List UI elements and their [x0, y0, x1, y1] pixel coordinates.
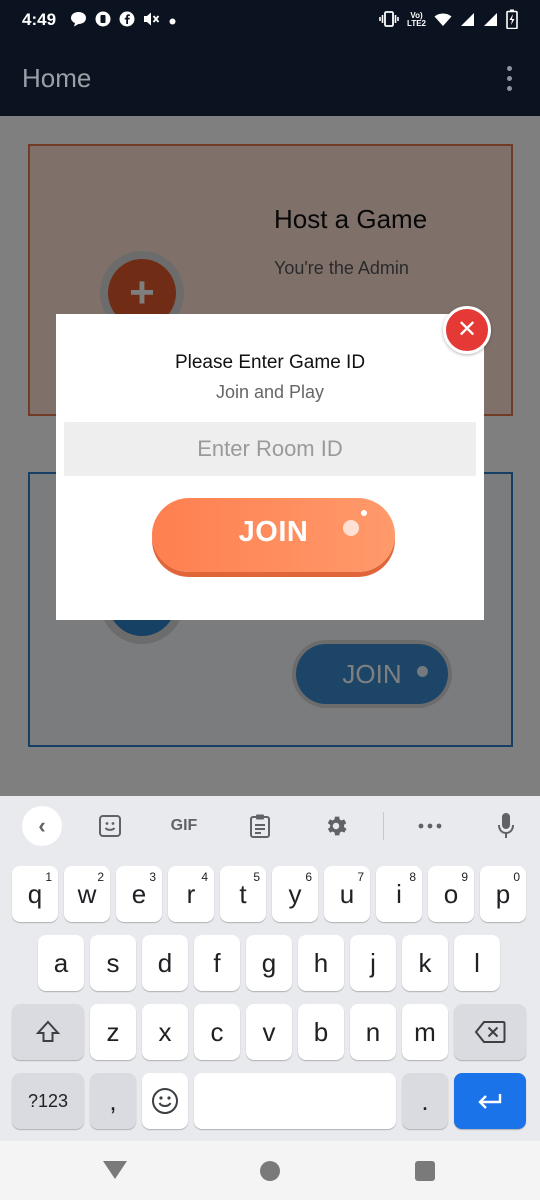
settings-gear-icon[interactable] [320, 808, 352, 844]
muted-speaker-icon [143, 11, 161, 29]
key-m[interactable]: m [402, 1004, 448, 1060]
close-dialog-button[interactable]: ✕ [443, 306, 491, 354]
key-n[interactable]: n [350, 1004, 396, 1060]
dialog-title: Please Enter Game ID [174, 352, 366, 373]
nav-recents-icon[interactable] [415, 1161, 435, 1181]
key-y[interactable]: y6 [272, 866, 318, 922]
key-e[interactable]: e3 [116, 866, 162, 922]
facebook-icon [119, 11, 135, 29]
page-title: Home [22, 62, 92, 93]
signal-icon [460, 12, 475, 29]
key-k[interactable]: k [402, 935, 448, 991]
microphone-icon[interactable] [490, 808, 522, 844]
key-j[interactable]: j [350, 935, 396, 991]
keyboard-toolbar: ‹ GIF [0, 796, 540, 856]
soft-keyboard: ‹ GIF q1 w2 e3 r4 t5 y6 u7 i8 o9 p0 a s … [0, 796, 540, 1141]
battery-icon [506, 9, 518, 31]
nav-home-icon[interactable] [260, 1161, 280, 1181]
key-b[interactable]: b [298, 1004, 344, 1060]
more-options-icon[interactable] [414, 808, 446, 844]
vibrate-icon [379, 11, 399, 29]
navigation-bar [0, 1141, 540, 1200]
sticker-icon[interactable] [94, 808, 126, 844]
dot-icon [169, 13, 176, 27]
key-q[interactable]: q1 [12, 866, 58, 922]
key-x[interactable]: x [142, 1004, 188, 1060]
emoji-icon [152, 1088, 178, 1114]
key-f[interactable]: f [194, 935, 240, 991]
symbols-key[interactable]: ?123 [12, 1073, 84, 1129]
overflow-menu-icon[interactable] [501, 60, 518, 97]
key-o[interactable]: o9 [428, 866, 474, 922]
emoji-key[interactable] [142, 1073, 188, 1129]
join-button-label: JOIN [238, 516, 309, 548]
join-button[interactable]: JOIN [152, 498, 395, 572]
key-p[interactable]: p0 [480, 866, 526, 922]
key-w[interactable]: w2 [64, 866, 110, 922]
key-h[interactable]: h [298, 935, 344, 991]
toolbar-divider [383, 812, 384, 840]
status-bar: 4:49 Vo) LTE2 [0, 0, 540, 40]
backspace-key[interactable] [454, 1004, 526, 1060]
gif-button[interactable]: GIF [164, 808, 204, 844]
key-u[interactable]: u7 [324, 866, 370, 922]
shift-icon [35, 1020, 61, 1042]
key-v[interactable]: v [246, 1004, 292, 1060]
chevron-left-icon: ‹ [38, 813, 46, 838]
app-bar: Home [0, 40, 540, 116]
nav-back-icon[interactable] [103, 1161, 127, 1179]
lte-label: LTE2 [407, 19, 426, 28]
key-i[interactable]: i8 [376, 866, 422, 922]
dialog-subtitle: Join and Play [215, 382, 325, 402]
volte-icon: Vo) LTE2 [407, 12, 426, 28]
game-id-dialog: Please Enter Game ID Join and Play JOIN [56, 314, 484, 620]
room-id-input[interactable] [64, 422, 476, 476]
key-a[interactable]: a [38, 935, 84, 991]
status-time: 4:49 [22, 10, 57, 29]
gif-label: GIF [170, 817, 198, 834]
key-d[interactable]: d [142, 935, 188, 991]
system-icons: Vo) LTE2 [379, 9, 518, 31]
key-t[interactable]: t5 [220, 866, 266, 922]
key-r[interactable]: r4 [168, 866, 214, 922]
key-g[interactable]: g [246, 935, 292, 991]
chat-bubble-icon [70, 11, 87, 29]
period-key[interactable]: . [402, 1073, 448, 1129]
clipboard-icon[interactable] [244, 808, 276, 844]
comma-key[interactable]: , [90, 1073, 136, 1129]
backspace-icon [474, 1021, 506, 1043]
signal-icon [483, 12, 498, 29]
space-key[interactable] [194, 1073, 396, 1129]
key-c[interactable]: c [194, 1004, 240, 1060]
shift-key[interactable] [12, 1004, 84, 1060]
key-s[interactable]: s [90, 935, 136, 991]
close-icon: ✕ [456, 316, 478, 343]
key-z[interactable]: z [90, 1004, 136, 1060]
keyboard-back-button[interactable]: ‹ [22, 806, 62, 846]
key-l[interactable]: l [454, 935, 500, 991]
app-circle-icon [95, 11, 111, 29]
enter-icon [478, 1094, 502, 1109]
notification-icons [70, 11, 176, 29]
enter-key[interactable] [454, 1073, 526, 1129]
wifi-icon [434, 12, 452, 29]
